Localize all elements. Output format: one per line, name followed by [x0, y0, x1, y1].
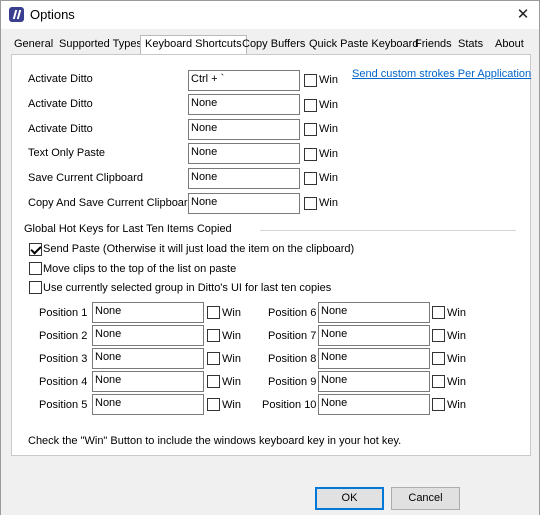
position-label: Position 3 — [39, 353, 88, 365]
move-clips-top-label: Move clips to the top of the list on pas… — [43, 263, 237, 275]
win-label: Win — [222, 353, 241, 365]
position-label: Position 7 — [268, 330, 317, 342]
tab-strip: General Supported Types Keyboard Shortcu… — [1, 35, 540, 55]
win-label: Win — [222, 307, 241, 319]
shortcut-win-checkbox[interactable] — [304, 74, 317, 87]
position-hotkey-field[interactable]: None — [318, 325, 430, 346]
shortcut-win-checkbox[interactable] — [304, 172, 317, 185]
tab-friends[interactable]: Friends — [415, 38, 452, 50]
win-label: Win — [319, 99, 338, 111]
shortcut-hotkey-field[interactable]: Ctrl + ` — [188, 70, 300, 91]
title-bar: Options ✕ — [1, 1, 539, 29]
win-label: Win — [447, 330, 466, 342]
ok-button[interactable]: OK — [315, 487, 384, 510]
custom-strokes-link[interactable]: Send custom strokes Per Application — [352, 68, 531, 80]
shortcut-label: Save Current Clipboard — [28, 172, 143, 184]
win-label: Win — [319, 197, 338, 209]
win-label: Win — [447, 376, 466, 388]
global-hotkeys-heading: Global Hot Keys for Last Ten Items Copie… — [24, 223, 232, 235]
position-win-checkbox[interactable] — [207, 306, 220, 319]
win-label: Win — [319, 172, 338, 184]
group-divider — [260, 230, 516, 231]
win-label: Win — [447, 399, 466, 411]
win-label: Win — [319, 123, 338, 135]
shortcut-win-checkbox[interactable] — [304, 148, 317, 161]
position-hotkey-field[interactable]: None — [92, 325, 204, 346]
use-selected-group-checkbox[interactable] — [29, 281, 42, 294]
position-hotkey-field[interactable]: None — [92, 371, 204, 392]
tab-general[interactable]: General — [14, 38, 53, 50]
position-hotkey-field[interactable]: None — [92, 394, 204, 415]
win-label: Win — [222, 330, 241, 342]
shortcut-hotkey-field[interactable]: None — [188, 94, 300, 115]
position-win-checkbox[interactable] — [432, 329, 445, 342]
position-win-checkbox[interactable] — [432, 398, 445, 411]
tab-copy-buffers[interactable]: Copy Buffers — [242, 38, 305, 50]
position-win-checkbox[interactable] — [207, 329, 220, 342]
position-label: Position 1 — [39, 307, 88, 319]
position-hotkey-field[interactable]: None — [318, 302, 430, 323]
shortcut-win-checkbox[interactable] — [304, 197, 317, 210]
tab-stats[interactable]: Stats — [458, 38, 483, 50]
send-paste-label: Send Paste (Otherwise it will just load … — [43, 243, 355, 255]
position-win-checkbox[interactable] — [207, 375, 220, 388]
position-win-checkbox[interactable] — [207, 398, 220, 411]
tab-supported-types[interactable]: Supported Types — [59, 38, 142, 50]
position-label: Position 5 — [39, 399, 88, 411]
shortcut-label: Copy And Save Current Clipboard — [28, 197, 194, 209]
win-label: Win — [222, 376, 241, 388]
keyboard-shortcuts-panel: Activate Ditto Ctrl + ` Win Activate Dit… — [11, 54, 531, 456]
shortcut-label: Activate Ditto — [28, 98, 93, 110]
position-label: Position 8 — [268, 353, 317, 365]
shortcut-hotkey-field[interactable]: None — [188, 119, 300, 140]
use-selected-group-label: Use currently selected group in Ditto's … — [43, 282, 332, 294]
position-win-checkbox[interactable] — [432, 352, 445, 365]
position-hotkey-field[interactable]: None — [92, 302, 204, 323]
tab-about[interactable]: About — [495, 38, 524, 50]
position-hotkey-field[interactable]: None — [318, 371, 430, 392]
position-hotkey-field[interactable]: None — [318, 348, 430, 369]
position-label: Position 4 — [39, 376, 88, 388]
win-key-hint: Check the "Win" Button to include the wi… — [28, 435, 402, 447]
position-label: Position 6 — [268, 307, 317, 319]
window-title: Options — [30, 7, 75, 22]
win-label: Win — [319, 148, 338, 160]
shortcut-hotkey-field[interactable]: None — [188, 143, 300, 164]
win-label: Win — [319, 74, 338, 86]
win-label: Win — [447, 307, 466, 319]
options-window: Options ✕ General Supported Types Keyboa… — [0, 0, 540, 515]
position-label: Position 2 — [39, 330, 88, 342]
shortcut-label: Activate Ditto — [28, 73, 93, 85]
tab-keyboard-shortcuts[interactable]: Keyboard Shortcuts — [140, 35, 247, 54]
position-hotkey-field[interactable]: None — [318, 394, 430, 415]
ditto-app-icon — [9, 7, 24, 22]
position-label: Position 9 — [268, 376, 317, 388]
position-win-checkbox[interactable] — [432, 375, 445, 388]
cancel-button[interactable]: Cancel — [391, 487, 460, 510]
position-win-checkbox[interactable] — [432, 306, 445, 319]
shortcut-label: Text Only Paste — [28, 147, 106, 159]
win-label: Win — [222, 399, 241, 411]
position-label: Position 10 — [262, 399, 317, 411]
position-hotkey-field[interactable]: None — [92, 348, 204, 369]
win-label: Win — [447, 353, 466, 365]
tab-quick-paste-keyboard[interactable]: Quick Paste Keyboard — [309, 38, 418, 50]
shortcut-hotkey-field[interactable]: None — [188, 193, 300, 214]
shortcut-hotkey-field[interactable]: None — [188, 168, 300, 189]
dialog-footer: OK Cancel — [1, 480, 539, 515]
send-paste-checkbox[interactable] — [29, 243, 42, 256]
shortcut-win-checkbox[interactable] — [304, 99, 317, 112]
move-clips-top-checkbox[interactable] — [29, 262, 42, 275]
position-win-checkbox[interactable] — [207, 352, 220, 365]
shortcut-win-checkbox[interactable] — [304, 123, 317, 136]
shortcut-label: Activate Ditto — [28, 123, 93, 135]
close-button[interactable]: ✕ — [509, 5, 537, 25]
